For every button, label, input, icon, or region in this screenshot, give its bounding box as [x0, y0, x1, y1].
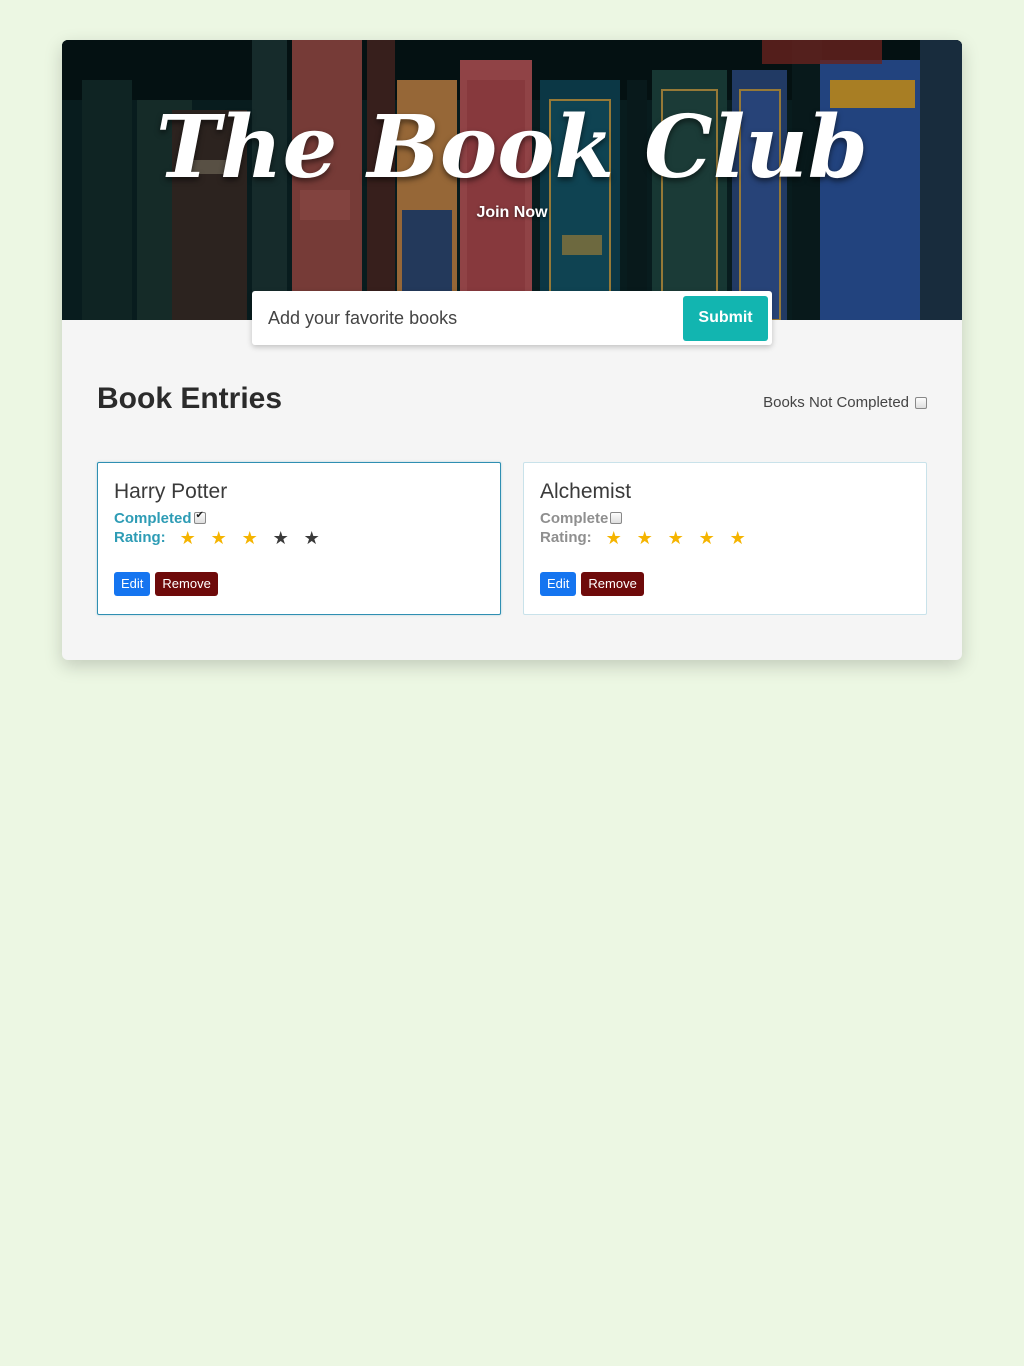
- status-row: Complete: [540, 510, 910, 529]
- filter-checkbox[interactable]: [915, 396, 927, 409]
- join-now-link[interactable]: Join Now: [62, 204, 962, 222]
- edit-button[interactable]: Edit: [540, 571, 577, 596]
- rating-row: Rating: ★ ★ ★ ★ ★: [540, 529, 910, 548]
- star-icon[interactable]: ★: [668, 529, 699, 547]
- remove-button[interactable]: Remove: [155, 571, 218, 596]
- star-icon[interactable]: ★: [273, 529, 304, 547]
- completed-checkbox[interactable]: [610, 511, 623, 524]
- status-row: Completed: [114, 510, 484, 529]
- rating-label: Rating:: [540, 528, 592, 546]
- star-icon[interactable]: ★: [606, 529, 637, 547]
- star-icon[interactable]: ★: [699, 529, 730, 547]
- star-icon[interactable]: ★: [637, 529, 668, 547]
- books-not-completed-filter: Books Not Completed: [763, 394, 927, 411]
- book-title: Harry Potter: [114, 480, 228, 503]
- edit-button[interactable]: Edit: [114, 571, 151, 596]
- star-icon[interactable]: ★: [211, 529, 242, 547]
- star-icon[interactable]: ★: [304, 529, 335, 547]
- book-card: Alchemist Complete Rating: ★ ★ ★ ★ ★ Edit Re…: [523, 462, 927, 615]
- hero-banner: The Book Club Join Now: [62, 40, 962, 320]
- status-label: Complete: [540, 510, 609, 528]
- remove-button[interactable]: Remove: [581, 571, 644, 596]
- star-icon[interactable]: ★: [180, 529, 211, 547]
- app-card: The Book Club Join Now Submit Book Entri…: [62, 40, 962, 660]
- star-icon[interactable]: ★: [730, 529, 761, 547]
- add-book-input[interactable]: [268, 296, 683, 340]
- rating-row: Rating: ★ ★ ★ ★ ★: [114, 529, 484, 548]
- book-title: Alchemist: [540, 480, 632, 503]
- add-book-form: Submit: [252, 291, 772, 345]
- card-actions: Edit Remove: [540, 571, 910, 596]
- site-title: The Book Club: [156, 97, 868, 198]
- book-card: Harry Potter Completed Rating: ★★★★★ Edi…: [97, 462, 501, 615]
- rating-stars: ★ ★ ★ ★ ★: [606, 529, 761, 547]
- book-list: Harry Potter Completed Rating: ★★★★★ Edi…: [97, 462, 927, 616]
- submit-button[interactable]: Submit: [683, 295, 768, 341]
- status-label: Completed: [114, 510, 192, 528]
- entries-header: Book Entries Books Not Completed: [97, 380, 927, 424]
- rating-label: Rating:: [114, 528, 166, 546]
- completed-checkbox[interactable]: [193, 510, 206, 524]
- rating-stars: ★ ★ ★ ★ ★: [180, 529, 335, 547]
- entries-title: Book Entries: [97, 382, 283, 415]
- star-icon[interactable]: ★: [242, 529, 273, 547]
- filter-label: Books Not Completed: [763, 394, 909, 411]
- card-actions: Edit Remove: [114, 571, 484, 596]
